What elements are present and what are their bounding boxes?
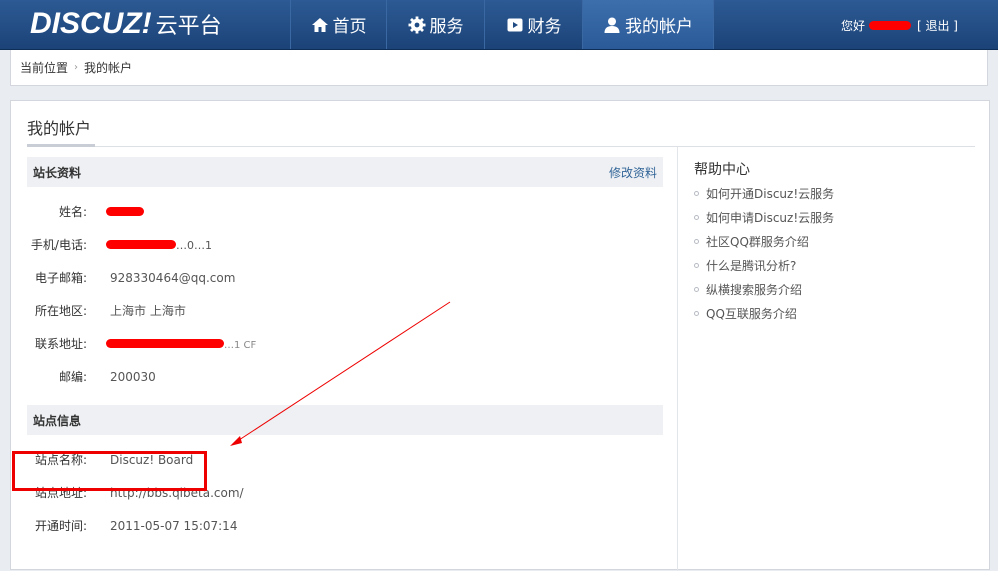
user-area: 您好 [ 退出 ] [841, 17, 958, 34]
field-value: 2011-05-07 15:07:14 [110, 518, 238, 533]
redacted-name [106, 206, 144, 216]
redacted-phone [106, 239, 176, 249]
field-value: 上海市 上海市 [110, 304, 186, 318]
field-label: 手机/电话: [30, 238, 87, 252]
nav-finance[interactable]: 财务 [484, 0, 582, 49]
column-divider [677, 147, 678, 571]
bullet-icon [694, 214, 699, 220]
help-link[interactable]: QQ互联服务介绍 [694, 301, 964, 325]
field-value: …0…1 [106, 238, 212, 252]
site-section-title: 站点信息 [33, 413, 82, 428]
help-link-label: 如何申请Discuz!云服务 [706, 210, 835, 225]
nav-my-account-label: 我的帐户 [625, 17, 693, 37]
breadcrumb-current: 当前位置 [20, 61, 69, 75]
logo[interactable]: DISCUZ! 云平台 [30, 7, 222, 41]
breadcrumb-separator-icon: › [74, 62, 79, 73]
gear-icon [408, 16, 426, 34]
webmaster-section-header: 站长资料 修改资料 [27, 157, 663, 187]
title-divider [27, 146, 975, 147]
bullet-icon [694, 238, 699, 244]
nav-home-label: 首页 [332, 17, 367, 37]
field-label: 开通时间: [34, 519, 87, 533]
logout-link[interactable]: [ 退出 ] [917, 17, 958, 34]
help-link[interactable]: 社区QQ群服务介绍 [694, 229, 964, 253]
user-icon [603, 16, 621, 34]
top-header: DISCUZ! 云平台 首页 服务 财务 我的帐户 您好 [退出] [0, 0, 998, 50]
help-link[interactable]: 纵横搜索服务介绍 [694, 277, 964, 301]
field-label: 所在地区: [34, 304, 87, 318]
field-row-region: 所在地区: 上海市 上海市 [27, 294, 663, 327]
redacted-username [869, 21, 911, 30]
field-value [106, 205, 144, 219]
logo-subtitle: 云平台 [155, 14, 222, 39]
logo-text: DISCUZ! [30, 7, 152, 40]
field-label: 邮编: [58, 370, 87, 384]
home-icon [311, 16, 329, 34]
field-row-postcode: 邮编: 200030 [27, 360, 663, 393]
nav-home[interactable]: 首页 [290, 0, 386, 49]
redacted-address [106, 338, 224, 348]
bullet-icon [694, 310, 699, 316]
field-row-address: 联系地址: …1 CF [27, 327, 663, 360]
field-row-name: 姓名: [27, 195, 663, 228]
address-partial: …1 CF [224, 339, 257, 351]
nav-services-label: 服务 [429, 17, 464, 37]
finance-icon [506, 16, 524, 34]
help-link[interactable]: 如何申请Discuz!云服务 [694, 205, 964, 229]
bullet-icon [694, 190, 699, 196]
main-nav: 首页 服务 财务 我的帐户 [290, 0, 714, 49]
help-center-title: 帮助中心 [694, 162, 750, 178]
help-link[interactable]: 什么是腾讯分析? [694, 253, 964, 277]
help-link-label: 纵横搜索服务介绍 [706, 282, 803, 297]
nav-services[interactable]: 服务 [386, 0, 484, 49]
field-value: 928330464@qq.com [110, 270, 236, 285]
help-link-label: 如何开通Discuz!云服务 [706, 186, 835, 201]
webmaster-section-title: 站长资料 [33, 165, 82, 180]
main-panel: 我的帐户 站长资料 修改资料 姓名: 手机/电话: …0…1 电子邮箱: 928… [10, 100, 990, 571]
help-link[interactable]: 如何开通Discuz!云服务 [694, 181, 964, 205]
site-section-header: 站点信息 [27, 405, 663, 435]
phone-partial: …0…1 [176, 238, 212, 252]
breadcrumb-page[interactable]: 我的帐户 [84, 59, 132, 76]
nav-my-account[interactable]: 我的帐户 [582, 0, 714, 49]
breadcrumb: 当前位置 › 我的帐户 [10, 50, 988, 86]
page-title: 我的帐户 [27, 119, 92, 138]
field-label: 姓名: [58, 205, 87, 219]
nav-finance-label: 财务 [527, 17, 562, 37]
title-underline [27, 144, 95, 147]
edit-profile-link[interactable]: 修改资料 [609, 164, 657, 181]
field-row-phone: 手机/电话: …0…1 [27, 228, 663, 261]
field-row-email: 电子邮箱: 928330464@qq.com [27, 261, 663, 294]
help-link-label: 社区QQ群服务介绍 [706, 234, 809, 249]
help-link-label: QQ互联服务介绍 [706, 306, 797, 321]
annotation-highlight-box [12, 451, 207, 491]
field-value: …1 CF [106, 337, 257, 351]
field-label: 联系地址: [34, 337, 87, 351]
help-center: 帮助中心 如何开通Discuz!云服务 如何申请Discuz!云服务 社区QQ群… [694, 157, 964, 325]
field-row-open-time: 开通时间: 2011-05-07 15:07:14 [27, 509, 663, 542]
bullet-icon [694, 286, 699, 292]
field-value: 200030 [110, 369, 156, 384]
help-link-label: 什么是腾讯分析? [706, 258, 797, 273]
greeting-text: 您好 [840, 19, 865, 33]
bullet-icon [694, 262, 699, 268]
field-label: 电子邮箱: [34, 271, 87, 285]
